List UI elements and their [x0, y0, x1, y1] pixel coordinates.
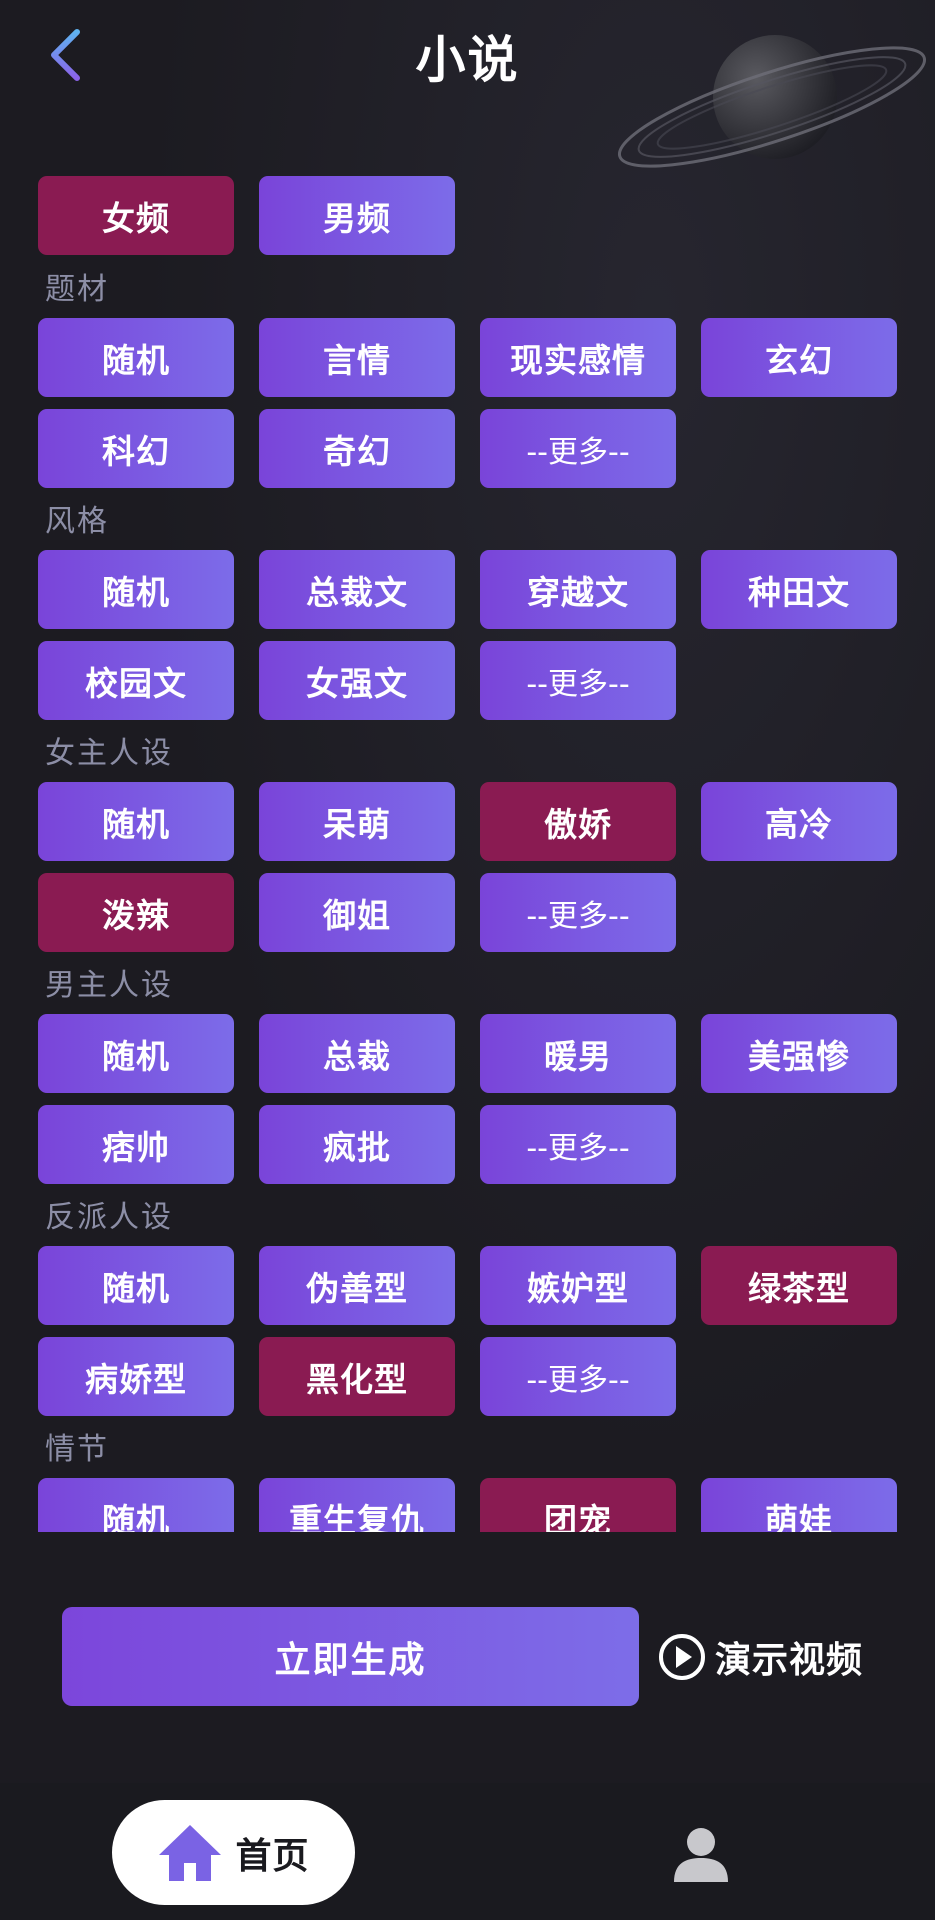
option-chip[interactable]: 言情 — [259, 318, 455, 397]
tab-home[interactable]: 首页 — [112, 1800, 355, 1905]
gender-chip-male[interactable]: 男频 — [259, 176, 455, 255]
option-chip[interactable]: 玄幻 — [701, 318, 897, 397]
option-chip[interactable]: 总裁 — [259, 1014, 455, 1093]
option-chip[interactable]: 穿越文 — [480, 550, 676, 629]
bottom-tab-bar: 首页 — [0, 1783, 935, 1920]
option-chip-selected[interactable]: 泼辣 — [38, 873, 234, 952]
option-chip[interactable]: 随机 — [38, 782, 234, 861]
option-chip[interactable]: 校园文 — [38, 641, 234, 720]
section-label-heroine: 女主人设 — [45, 736, 173, 771]
section-label-style: 风格 — [45, 504, 109, 539]
option-chip[interactable]: 御姐 — [259, 873, 455, 952]
demo-video-link[interactable]: 演示视频 — [657, 1632, 863, 1682]
planet-decoration — [617, 35, 927, 168]
more-button[interactable]: --更多-- — [480, 1105, 676, 1184]
option-chip[interactable]: 嫉妒型 — [480, 1246, 676, 1325]
section-label-villain: 反派人设 — [45, 1200, 173, 1235]
demo-video-label: 演示视频 — [715, 1640, 864, 1681]
gender-chip-female[interactable]: 女频 — [38, 176, 234, 255]
section-label-plot: 情节 — [45, 1432, 109, 1467]
option-chip[interactable]: 随机 — [38, 550, 234, 629]
option-chip[interactable]: 伪善型 — [259, 1246, 455, 1325]
option-chip[interactable]: 萌娃 — [701, 1478, 897, 1532]
option-chip[interactable]: 科幻 — [38, 409, 234, 488]
option-chip[interactable]: 种田文 — [701, 550, 897, 629]
option-chip[interactable]: 随机 — [38, 1478, 234, 1532]
user-icon[interactable] — [672, 1825, 730, 1883]
home-icon — [159, 1824, 222, 1881]
option-chip-selected[interactable]: 傲娇 — [480, 782, 676, 861]
more-button[interactable]: --更多-- — [480, 1337, 676, 1416]
option-chip[interactable]: 暖男 — [480, 1014, 676, 1093]
options-scroll-area[interactable]: 女频 男频 题材 随机 言情 现实感情 玄幻 科幻 奇幻 --更多-- 风格 随… — [0, 172, 935, 1532]
option-chip-selected[interactable]: 黑化型 — [259, 1337, 455, 1416]
option-chip[interactable]: 奇幻 — [259, 409, 455, 488]
option-chip[interactable]: 随机 — [38, 1014, 234, 1093]
option-chip[interactable]: 美强惨 — [701, 1014, 897, 1093]
section-label-theme: 题材 — [45, 272, 109, 307]
more-button[interactable]: --更多-- — [480, 409, 676, 488]
option-chip-selected[interactable]: 团宠 — [480, 1478, 676, 1532]
option-chip[interactable]: 随机 — [38, 318, 234, 397]
option-chip[interactable]: 疯批 — [259, 1105, 455, 1184]
play-circle-icon — [659, 1634, 705, 1680]
option-chip[interactable]: 高冷 — [701, 782, 897, 861]
option-chip[interactable]: 痞帅 — [38, 1105, 234, 1184]
section-label-hero: 男主人设 — [45, 968, 173, 1003]
option-chip[interactable]: 呆萌 — [259, 782, 455, 861]
header: 小说 — [0, 0, 935, 168]
option-chip[interactable]: 总裁文 — [259, 550, 455, 629]
generate-button[interactable]: 立即生成 — [62, 1607, 639, 1706]
option-chip[interactable]: 现实感情 — [480, 318, 676, 397]
more-button[interactable]: --更多-- — [480, 641, 676, 720]
tab-home-label: 首页 — [235, 1835, 310, 1877]
option-chip[interactable]: 随机 — [38, 1246, 234, 1325]
option-chip[interactable]: 女强文 — [259, 641, 455, 720]
option-chip-selected[interactable]: 绿茶型 — [701, 1246, 897, 1325]
option-chip[interactable]: 重生复仇 — [259, 1478, 455, 1532]
option-chip[interactable]: 病娇型 — [38, 1337, 234, 1416]
more-button[interactable]: --更多-- — [480, 873, 676, 952]
